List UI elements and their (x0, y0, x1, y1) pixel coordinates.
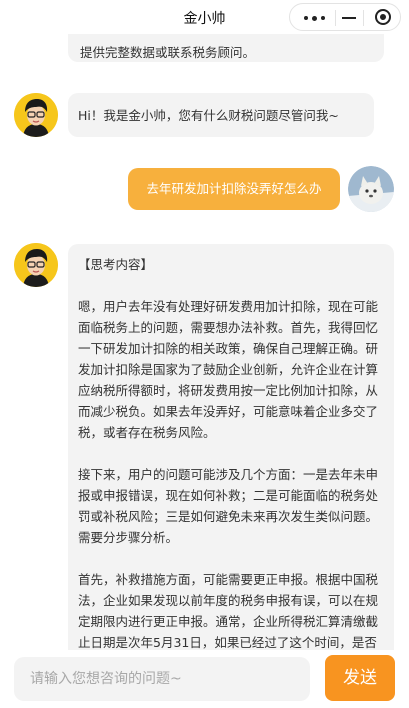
thinking-paragraph: 接下来，用户的问题可能涉及几个方面：一是去年未申报或申报错误，现在如何补救；二是… (78, 467, 379, 545)
question-input[interactable] (14, 657, 310, 701)
chat-area[interactable]: 提供完整数据或联系税务顾问。 Hi！我是金小帅，您有什么财税问题尽管问我~ 去年… (0, 0, 409, 650)
assistant-avatar (14, 93, 58, 137)
thinking-message: 【思考内容】 嗯，用户去年没有处理好研发费用加计扣除，现在可能面临税务上的问题，… (68, 244, 394, 650)
capsule-divider (335, 10, 336, 26)
previous-message-text: 提供完整数据或联系税务顾问。 (80, 45, 256, 60)
user-avatar (348, 166, 394, 212)
greeting-message: Hi！我是金小帅，您有什么财税问题尽管问我~ (68, 93, 374, 137)
greeting-text: Hi！我是金小帅，您有什么财税问题尽管问我~ (78, 108, 339, 123)
assistant-avatar (14, 243, 58, 287)
minimize-icon[interactable] (342, 17, 356, 19)
window-capsule (289, 3, 401, 31)
thinking-paragraph: 首先，补救措施方面，可能需要更正申报。根据中国税法，企业如果发现以前年度的税务申… (78, 572, 379, 650)
send-button[interactable]: 发送 (325, 655, 395, 701)
user-message-text: 去年研发加计扣除没弄好怎么办 (146, 181, 322, 196)
more-icon[interactable] (304, 15, 328, 21)
thinking-heading: 【思考内容】 (78, 257, 154, 272)
thinking-paragraph: 嗯，用户去年没有处理好研发费用加计扣除，现在可能面临税务上的问题，需要想办法补救… (78, 299, 379, 440)
close-target-icon[interactable] (375, 9, 391, 25)
composer-bar: 发送 (0, 650, 409, 708)
capsule-divider (363, 10, 364, 26)
user-message: 去年研发加计扣除没弄好怎么办 (128, 168, 340, 210)
title-bar: 金小帅 (0, 0, 409, 34)
